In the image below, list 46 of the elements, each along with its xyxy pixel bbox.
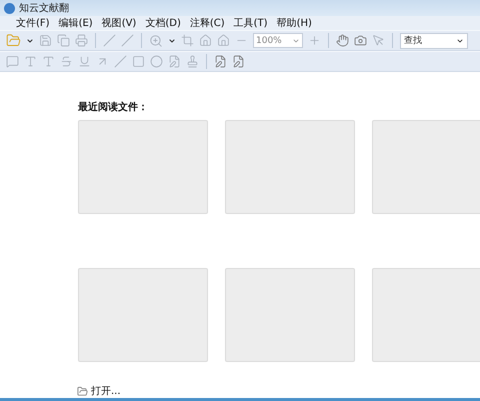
- recent-file-card[interactable]: [225, 120, 355, 214]
- circle-icon[interactable]: [150, 55, 163, 68]
- recent-files-heading: 最近阅读文件：: [78, 100, 149, 114]
- search-field[interactable]: 查找: [400, 32, 468, 49]
- caret-icon[interactable]: [26, 36, 34, 45]
- underline-icon[interactable]: [78, 55, 91, 68]
- save-icon[interactable]: [39, 34, 52, 48]
- comment-icon[interactable]: [6, 55, 19, 68]
- stamp-icon[interactable]: [186, 55, 199, 68]
- recent-file-card[interactable]: [78, 268, 208, 362]
- recent-file-card[interactable]: [372, 268, 480, 362]
- camera-icon[interactable]: [354, 34, 367, 48]
- house-icon[interactable]: [217, 34, 230, 48]
- pointer-icon[interactable]: [372, 34, 385, 48]
- menu-item[interactable]: 文档(D): [145, 16, 181, 30]
- menu-item[interactable]: 视图(V): [102, 16, 136, 30]
- recent-file-card[interactable]: [78, 120, 208, 214]
- edit-icon[interactable]: [232, 55, 245, 68]
- recent-file-card[interactable]: [225, 268, 355, 362]
- open-link[interactable]: 打开...: [77, 384, 480, 398]
- rectangle-icon[interactable]: [132, 55, 145, 68]
- crop-icon[interactable]: [181, 34, 194, 48]
- folder-icon: [77, 386, 88, 397]
- line-icon[interactable]: [114, 55, 127, 68]
- menu-item[interactable]: 注释(C): [190, 16, 225, 30]
- hand-icon[interactable]: [336, 34, 349, 48]
- strikethrough-icon[interactable]: [60, 55, 73, 68]
- menu-item[interactable]: 文件(F): [16, 16, 50, 30]
- folder-icon[interactable]: [6, 33, 21, 48]
- plus-icon[interactable]: [308, 34, 321, 48]
- text-icon[interactable]: [24, 55, 37, 68]
- house-icon[interactable]: [199, 34, 212, 48]
- text-icon[interactable]: [42, 55, 55, 68]
- copy-icon[interactable]: [57, 34, 70, 48]
- zoom-in-icon[interactable]: [149, 34, 163, 48]
- note-icon[interactable]: [168, 55, 181, 68]
- zoom-field[interactable]: 100%: [253, 33, 303, 48]
- app-icon: [4, 2, 15, 14]
- edit-icon[interactable]: [214, 55, 227, 68]
- menu-item[interactable]: 帮助(H): [276, 16, 312, 30]
- recent-file-card[interactable]: [372, 120, 480, 214]
- caret-icon[interactable]: [168, 36, 176, 45]
- menu-item[interactable]: 编辑(E): [58, 16, 93, 30]
- menu-item[interactable]: 工具(T): [234, 16, 268, 30]
- window-title: 知云文献翻: [19, 2, 69, 16]
- print-icon[interactable]: [75, 34, 88, 48]
